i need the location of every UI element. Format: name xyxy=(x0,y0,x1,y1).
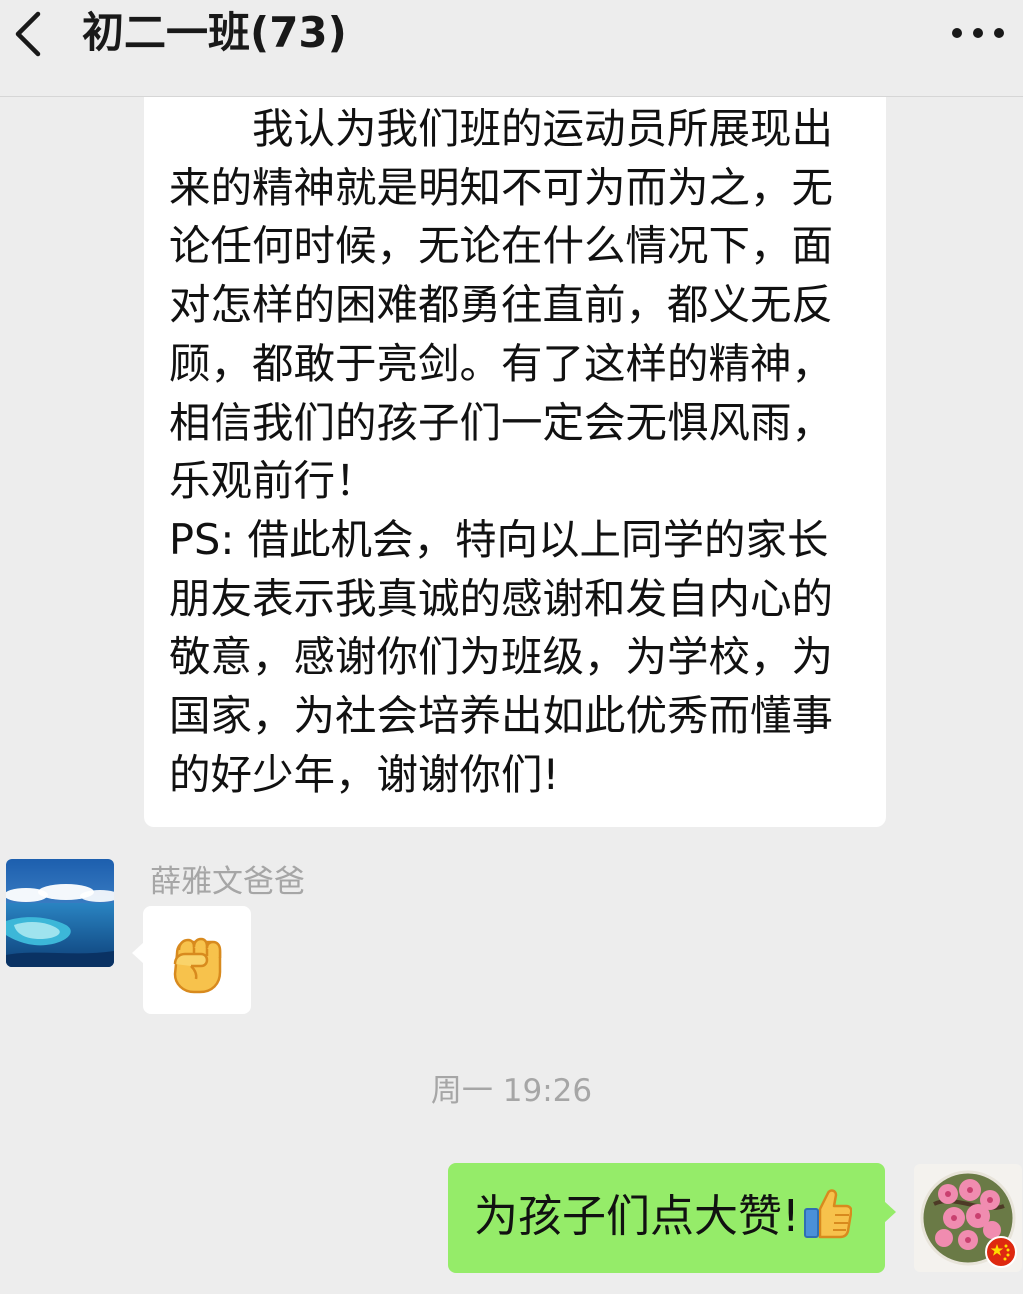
ocean-island-avatar xyxy=(6,859,114,967)
raised-fist-icon xyxy=(173,937,222,994)
chat-header: 初二一班(73) xyxy=(0,0,1023,97)
my-avatar[interactable] xyxy=(914,1164,1022,1272)
sent-message-content: 为孩子们点大赞! xyxy=(474,1187,852,1247)
message-text: 我认为我们班的运动员所展现出来的精神就是明知不可为而为之，无论任何时候，无论在什… xyxy=(169,104,834,799)
more-dots-icon xyxy=(952,28,1004,38)
thumbs-up-icon xyxy=(803,1189,852,1239)
sent-message-bubble[interactable]: 为孩子们点大赞! xyxy=(448,1163,896,1273)
back-button[interactable] xyxy=(8,6,56,62)
sender-name: 薛雅文爸爸 xyxy=(150,864,305,900)
china-flag-badge-icon xyxy=(985,1236,1017,1268)
chat-title: 初二一班(73) xyxy=(82,8,347,57)
sticker-message-bubble[interactable] xyxy=(132,906,251,1014)
chevron-left-icon xyxy=(15,11,41,57)
sent-message-text: 为孩子们点大赞! xyxy=(474,1191,800,1242)
message-timestamp: 周一 19:26 xyxy=(430,1073,593,1109)
sender-avatar[interactable] xyxy=(6,859,114,967)
more-button[interactable] xyxy=(948,16,1008,50)
peach-blossom-avatar xyxy=(920,1170,1017,1268)
